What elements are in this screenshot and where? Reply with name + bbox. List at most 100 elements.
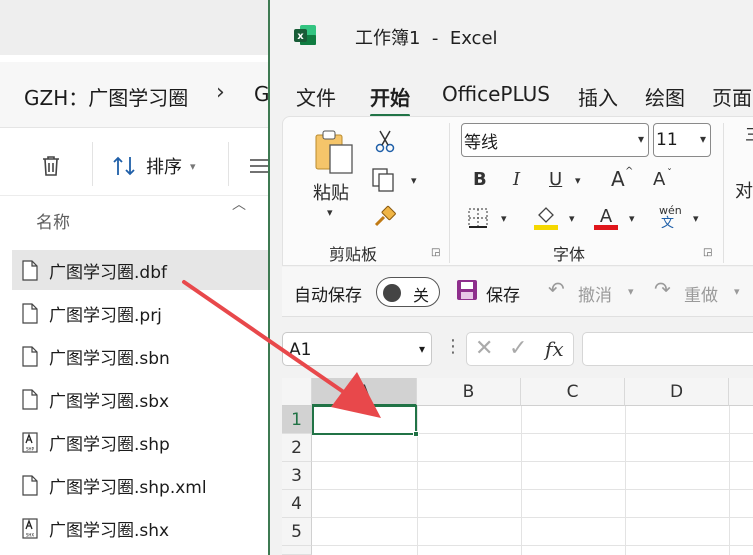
dialog-launcher-icon[interactable]: ◲	[703, 247, 712, 258]
shx-badge: SHX	[26, 532, 35, 537]
view-menu-icon[interactable]	[248, 156, 270, 176]
align-top-icon[interactable]: 三	[745, 127, 753, 143]
active-cell-a1[interactable]	[312, 405, 417, 435]
grid-line	[625, 406, 626, 555]
sort-label: 排序	[146, 157, 182, 178]
cut-icon[interactable]	[375, 129, 395, 153]
format-painter-icon[interactable]	[373, 205, 397, 229]
name-column-header[interactable]: 名称	[36, 208, 70, 233]
chevron-down-icon[interactable]: ▾	[628, 285, 634, 298]
list-item[interactable]: SHX 广图学习圈.shx	[12, 508, 290, 548]
underline-button[interactable]: U	[549, 171, 562, 189]
document-icon	[22, 388, 38, 410]
chevron-up-icon: ︿	[232, 197, 246, 213]
column-header[interactable]: C	[521, 378, 625, 406]
svg-text:x: x	[297, 31, 304, 42]
autosave-toggle[interactable]: 关	[376, 277, 440, 307]
undo-button[interactable]: 撤消	[578, 281, 612, 306]
chevron-down-icon[interactable]: ▾	[693, 213, 699, 224]
tab-page-layout[interactable]: 页面	[712, 82, 752, 111]
column-header[interactable]: A	[312, 378, 417, 406]
cancel-icon[interactable]: ✕	[475, 336, 493, 361]
select-all-button[interactable]	[282, 378, 312, 406]
file-name: 广图学习圈.shp	[49, 434, 170, 455]
caret-up-icon: ^	[625, 166, 634, 177]
chevron-down-icon[interactable]: ▾	[569, 213, 575, 224]
ribbon-separator	[449, 123, 450, 263]
borders-icon[interactable]	[467, 207, 489, 229]
chevron-down-icon[interactable]: ▾	[575, 175, 581, 186]
phonetic-guide-icon[interactable]: 文	[661, 217, 674, 230]
delete-icon[interactable]	[40, 154, 62, 178]
list-item[interactable]: 广图学习圈.dbf	[12, 250, 290, 290]
excel-title-bar: x 工作簿1 - Excel	[270, 0, 753, 70]
chevron-down-icon: ▾	[637, 132, 644, 146]
worksheet-grid[interactable]: A B C D 1 2 3 4 5	[282, 378, 753, 555]
list-item[interactable]: 广图学习圈.shp.xml	[12, 465, 290, 505]
save-button[interactable]: 保存	[486, 281, 520, 306]
paste-icon[interactable]	[313, 129, 355, 175]
italic-button[interactable]: I	[513, 171, 520, 189]
fill-color-icon[interactable]	[533, 203, 559, 231]
phonetic-guide-top[interactable]: wén	[659, 205, 682, 216]
font-color-icon[interactable]: A	[593, 203, 619, 231]
grid-line	[312, 489, 753, 490]
row-header[interactable]	[282, 546, 312, 555]
breadcrumb[interactable]: GZH：广图学习圈 › G	[0, 62, 290, 128]
toolbar-divider	[228, 142, 229, 186]
redo-button[interactable]: 重做	[684, 281, 718, 306]
copy-icon[interactable]	[371, 167, 397, 193]
tab-file[interactable]: 文件	[296, 82, 336, 111]
chevron-down-icon[interactable]: ▾	[734, 285, 740, 298]
tab-draw[interactable]: 绘图	[645, 82, 685, 111]
align-label-partial[interactable]: 对	[735, 177, 753, 203]
tab-home[interactable]: 开始	[370, 82, 410, 111]
chevron-down-icon[interactable]: ▾	[501, 213, 507, 224]
undo-icon[interactable]: ↶	[548, 277, 565, 301]
grid-line	[729, 406, 730, 555]
list-item[interactable]: SHP 广图学习圈.shp	[12, 422, 290, 462]
row-header[interactable]: 1	[282, 406, 312, 434]
chevron-down-icon[interactable]: ▾	[411, 175, 417, 186]
excel-logo-icon: x	[294, 25, 316, 45]
tab-insert[interactable]: 插入	[578, 82, 618, 111]
breadcrumb-item[interactable]: GZH：广图学习圈	[24, 82, 188, 111]
decrease-font-size-button[interactable]: A	[653, 171, 665, 189]
sort-button[interactable]: 排序 ▾	[112, 152, 196, 180]
font-size-combobox[interactable]: 11 ▾	[653, 123, 711, 157]
chevron-down-icon: ▾	[190, 159, 196, 173]
chevron-down-icon[interactable]: ▾	[327, 207, 333, 218]
row-header[interactable]: 5	[282, 518, 312, 546]
grid-line	[312, 517, 753, 518]
row-header[interactable]: 2	[282, 434, 312, 462]
dialog-launcher-icon[interactable]: ◲	[431, 247, 440, 258]
paste-label[interactable]: 粘贴	[313, 179, 349, 205]
chevron-down-icon[interactable]: ▾	[629, 213, 635, 224]
formula-buttons: ✕ ✓ fx	[466, 332, 574, 366]
list-item[interactable]: 广图学习圈.sbx	[12, 379, 290, 419]
list-item[interactable]: 广图学习圈.sbn	[12, 336, 290, 376]
increase-font-size-button[interactable]: A	[611, 169, 625, 189]
list-item[interactable]: 广图学习圈.prj	[12, 293, 290, 333]
font-name-combobox[interactable]: 等线 ▾	[461, 123, 649, 157]
insert-function-button[interactable]: fx	[545, 337, 564, 361]
redo-icon[interactable]: ↷	[654, 277, 671, 301]
name-box[interactable]: A1 ▾	[282, 332, 432, 366]
formula-input[interactable]	[582, 332, 753, 366]
file-name: 广图学习圈.sbx	[49, 391, 170, 412]
document-icon	[22, 302, 38, 324]
column-header[interactable]	[729, 378, 753, 406]
column-header[interactable]: B	[417, 378, 521, 406]
column-header[interactable]: D	[625, 378, 729, 406]
enter-icon[interactable]: ✓	[509, 336, 527, 361]
autosave-state: 关	[413, 286, 430, 305]
bold-button[interactable]: B	[473, 171, 487, 189]
save-icon[interactable]	[456, 279, 478, 301]
font-size-value: 11	[656, 130, 678, 150]
more-options-icon[interactable]: ⋮	[444, 336, 462, 357]
row-header[interactable]: 3	[282, 462, 312, 490]
row-header[interactable]: 4	[282, 490, 312, 518]
tab-officeplus[interactable]: OfficePLUS	[442, 82, 550, 106]
quick-access-toolbar: 自动保存 关 保存 ↶ 撤消 ▾ ↷ 重做 ▾	[282, 267, 753, 317]
fill-handle[interactable]	[413, 431, 419, 437]
